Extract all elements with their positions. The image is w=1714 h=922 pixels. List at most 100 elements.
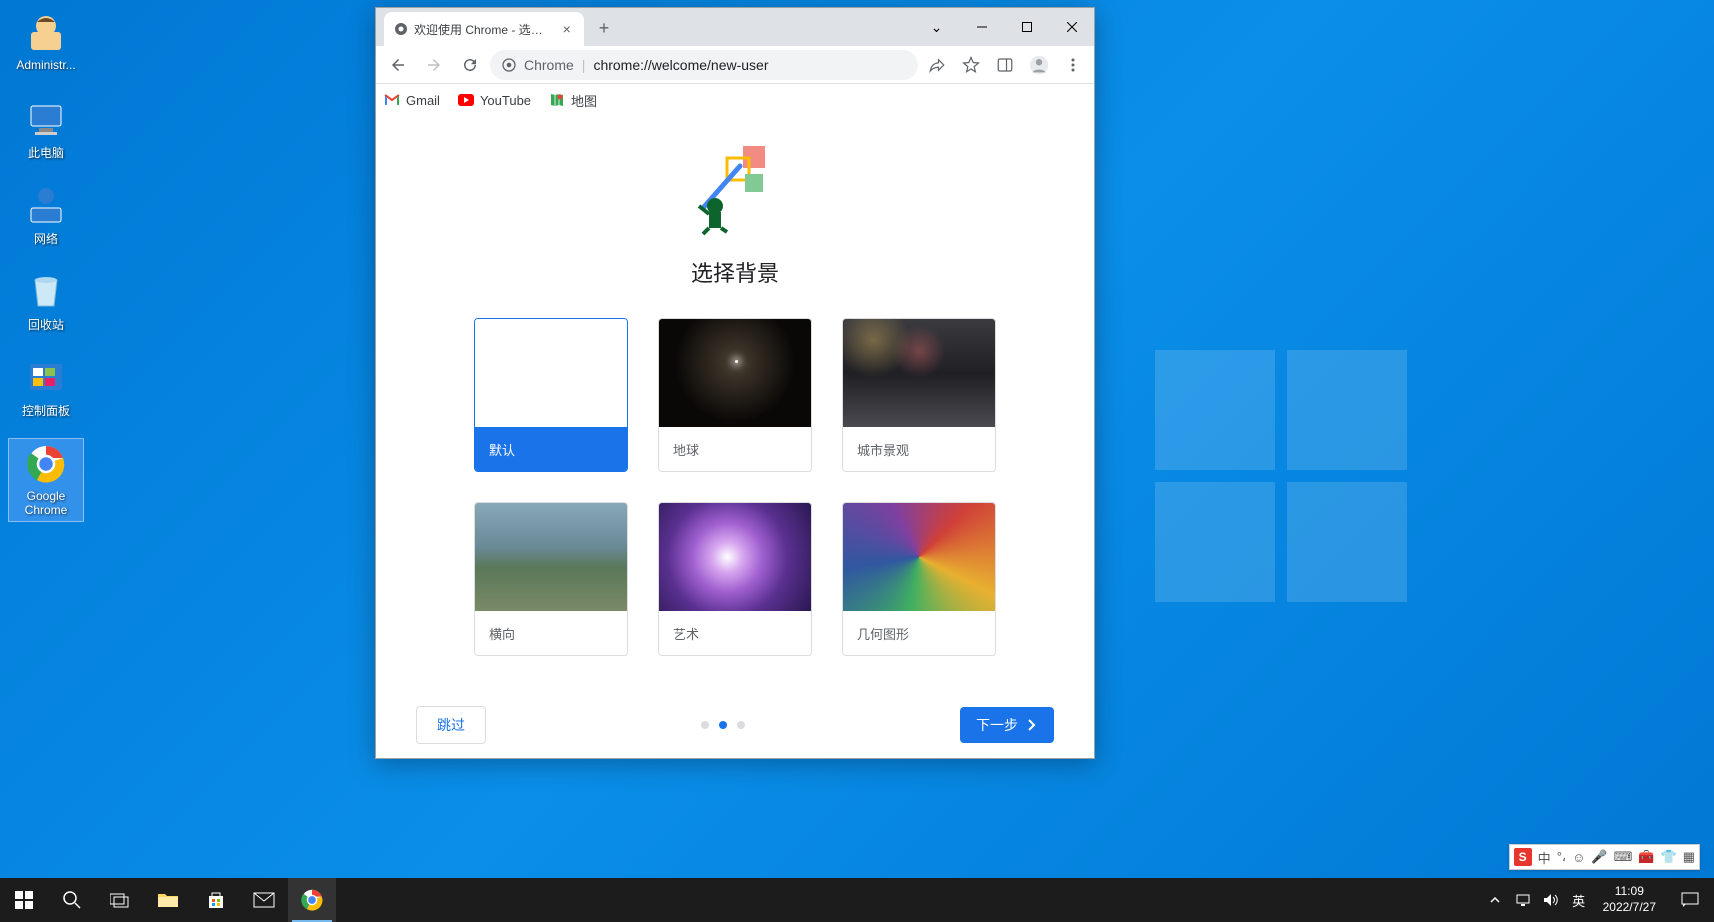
page-heading: 选择背景 xyxy=(691,256,779,288)
ime-menu-icon[interactable]: ▦ xyxy=(1683,849,1695,865)
tray-network-icon[interactable] xyxy=(1511,893,1535,907)
taskbar-mail[interactable] xyxy=(240,878,288,922)
recycle-bin-icon xyxy=(25,270,67,312)
desktop-icon-network[interactable]: 网络 xyxy=(8,180,84,251)
tab-title: 欢迎使用 Chrome - 选择背景 xyxy=(414,21,553,38)
control-panel-icon xyxy=(25,356,67,398)
new-tab-button[interactable]: + xyxy=(590,14,618,42)
profile-button[interactable] xyxy=(1024,50,1054,80)
card-preview xyxy=(475,319,627,427)
chrome-toolbar: Chrome | chrome://welcome/new-user xyxy=(376,46,1094,84)
chrome-menu-button[interactable] xyxy=(1058,50,1088,80)
tray-overflow-button[interactable] xyxy=(1483,895,1507,905)
maximize-button[interactable] xyxy=(1004,12,1049,42)
card-label: 艺术 xyxy=(659,611,811,655)
url-path: chrome://welcome/new-user xyxy=(593,57,768,73)
reload-button[interactable] xyxy=(454,49,486,81)
bookmark-youtube[interactable]: YouTube xyxy=(458,92,531,108)
card-preview xyxy=(843,319,995,427)
gmail-icon xyxy=(384,92,400,108)
ime-mic-icon[interactable]: 🎤 xyxy=(1591,849,1607,865)
card-preview xyxy=(475,503,627,611)
minimize-button[interactable] xyxy=(959,12,1004,42)
address-bar[interactable]: Chrome | chrome://welcome/new-user xyxy=(490,50,918,80)
page-content: 选择背景 默认地球城市景观横向艺术几何图形 跳过 下一步 xyxy=(376,116,1094,758)
user-icon xyxy=(25,12,67,54)
desktop-icon-recycle-bin[interactable]: 回收站 xyxy=(8,266,84,337)
background-card-landscape[interactable]: 横向 xyxy=(474,502,628,656)
step-dot-1[interactable] xyxy=(719,721,727,729)
chrome-icon xyxy=(25,443,67,485)
taskbar-file-explorer[interactable] xyxy=(144,878,192,922)
back-button[interactable] xyxy=(382,49,414,81)
tab-search-button[interactable]: ⌄ xyxy=(914,12,959,42)
card-label: 几何图形 xyxy=(843,611,995,655)
desktop-icon-label: 回收站 xyxy=(28,316,64,333)
card-preview xyxy=(659,319,811,427)
tray-ime-lang[interactable]: 英 xyxy=(1567,891,1591,910)
background-card-cityscape[interactable]: 城市景观 xyxy=(842,318,996,472)
step-dot-0[interactable] xyxy=(701,721,709,729)
tab-close-button[interactable]: × xyxy=(559,21,574,37)
network-icon xyxy=(25,184,67,226)
chevron-right-icon xyxy=(1026,719,1038,731)
taskbar-chrome[interactable] xyxy=(288,878,336,922)
tray-volume-icon[interactable] xyxy=(1539,893,1563,907)
background-card-art[interactable]: 艺术 xyxy=(658,502,812,656)
bookmark-label: 地图 xyxy=(571,91,597,110)
ime-skin-icon[interactable]: 👕 xyxy=(1661,849,1677,865)
sogou-ime-icon[interactable]: S xyxy=(1514,848,1532,866)
taskbar-search-button[interactable] xyxy=(48,878,96,922)
desktop-icon-label: 控制面板 xyxy=(22,402,70,419)
background-card-default[interactable]: 默认 xyxy=(474,318,628,472)
ime-face-icon[interactable]: ☺ xyxy=(1572,850,1585,865)
background-card-geometric[interactable]: 几何图形 xyxy=(842,502,996,656)
task-view-button[interactable] xyxy=(96,878,144,922)
windows-background-logo xyxy=(1155,350,1407,602)
desktop-icon-google-chrome[interactable]: Google Chrome xyxy=(8,438,84,522)
bookmark-label: Gmail xyxy=(406,93,440,108)
desktop-icon-label: 此电脑 xyxy=(28,144,64,161)
maps-icon xyxy=(549,92,565,108)
desktop-icon-control-panel[interactable]: 控制面板 xyxy=(8,352,84,423)
forward-button[interactable] xyxy=(418,49,450,81)
taskbar: 英 11:09 2022/7/27 xyxy=(0,878,1714,922)
desktop-icon-label: Administr... xyxy=(16,58,75,72)
step-dot-2[interactable] xyxy=(737,721,745,729)
bookmark-star-button[interactable] xyxy=(956,50,986,80)
share-button[interactable] xyxy=(922,50,952,80)
ime-keyboard-icon[interactable]: ⌨ xyxy=(1614,849,1633,865)
ime-punct-icon[interactable]: °، xyxy=(1557,849,1566,865)
tray-clock[interactable]: 11:09 2022/7/27 xyxy=(1595,884,1664,915)
desktop-icon-label: 网络 xyxy=(34,230,58,247)
card-label: 横向 xyxy=(475,611,627,655)
background-card-earth[interactable]: 地球 xyxy=(658,318,812,472)
start-button[interactable] xyxy=(0,878,48,922)
next-button-label: 下一步 xyxy=(976,715,1018,735)
action-center-button[interactable] xyxy=(1668,878,1712,922)
chrome-page-icon xyxy=(502,58,516,72)
card-label: 默认 xyxy=(475,427,627,471)
close-window-button[interactable] xyxy=(1049,12,1094,42)
taskbar-microsoft-store[interactable] xyxy=(192,878,240,922)
skip-button[interactable]: 跳过 xyxy=(416,706,486,744)
chrome-favicon-icon xyxy=(394,22,408,36)
bookmark-maps[interactable]: 地图 xyxy=(549,91,597,110)
bookmark-label: YouTube xyxy=(480,93,531,108)
chrome-titlebar[interactable]: 欢迎使用 Chrome - 选择背景 × + ⌄ xyxy=(376,8,1094,46)
desktop-icon-administrator[interactable]: Administr... xyxy=(8,8,84,76)
next-button[interactable]: 下一步 xyxy=(960,707,1054,743)
ime-toolbar[interactable]: S 中 °، ☺ 🎤 ⌨ 🧰 👕 ▦ xyxy=(1509,844,1700,870)
ime-lang[interactable]: 中 xyxy=(1538,848,1551,867)
computer-icon xyxy=(25,98,67,140)
desktop-icon-this-pc[interactable]: 此电脑 xyxy=(8,94,84,165)
side-panel-button[interactable] xyxy=(990,50,1020,80)
url-scheme: Chrome xyxy=(524,57,574,73)
youtube-icon xyxy=(458,92,474,108)
bookmark-gmail[interactable]: Gmail xyxy=(384,92,440,108)
browser-tab[interactable]: 欢迎使用 Chrome - 选择背景 × xyxy=(384,12,584,46)
ime-toolbox-icon[interactable]: 🧰 xyxy=(1638,849,1654,865)
hero-illustration xyxy=(685,136,785,236)
tray-time: 11:09 xyxy=(1615,884,1644,900)
card-preview xyxy=(843,503,995,611)
